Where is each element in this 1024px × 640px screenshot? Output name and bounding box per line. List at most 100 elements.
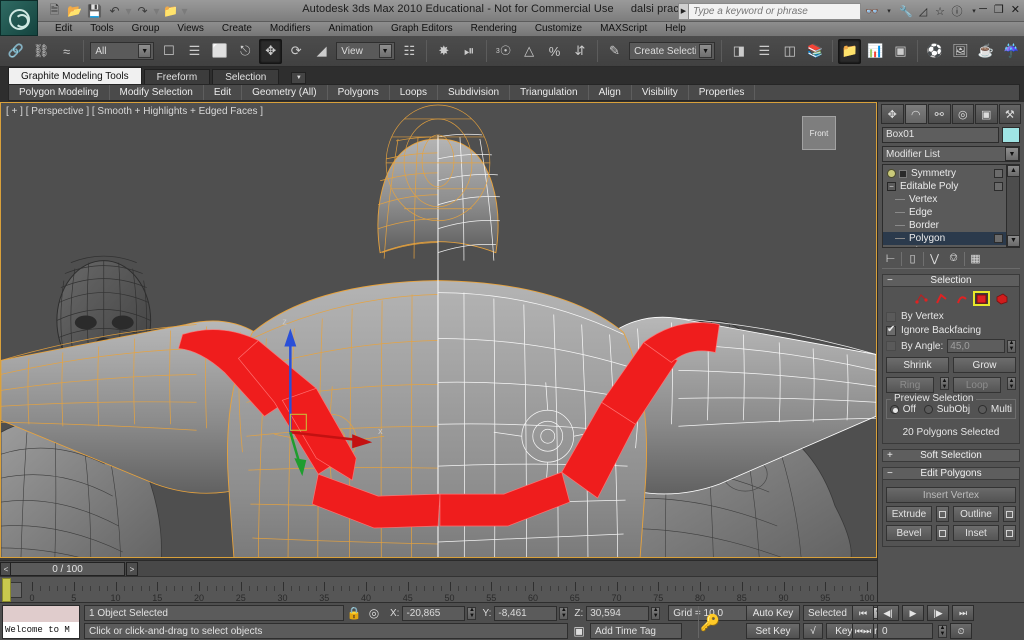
mirror-icon[interactable]: ◨ bbox=[727, 39, 750, 64]
object-color-swatch[interactable] bbox=[1002, 127, 1020, 143]
go-to-end-icon[interactable]: ⏭ bbox=[952, 605, 974, 621]
menu-item-views[interactable]: Views bbox=[168, 22, 213, 36]
ribbon-tab-freeform[interactable]: Freeform bbox=[143, 69, 211, 84]
undo-dropdown-icon[interactable]: ▾ bbox=[125, 3, 131, 20]
render-production-icon[interactable]: ☕ bbox=[974, 39, 997, 64]
select-by-name-icon[interactable]: ☰ bbox=[183, 39, 206, 64]
bind-to-space-warp-icon[interactable]: ≈ bbox=[55, 39, 78, 64]
preview-subobj-radio[interactable] bbox=[923, 405, 933, 414]
modifier-stack-scrollbar[interactable]: ▲ ▼ bbox=[1006, 165, 1019, 247]
spinner-snap-toggle-icon[interactable]: ⇵ bbox=[568, 39, 591, 64]
time-slider[interactable]: < 0 / 100 > bbox=[0, 560, 877, 576]
frame-spinner[interactable]: ▲ ▼ bbox=[938, 624, 947, 638]
binoculars-icon[interactable]: 👓 bbox=[864, 3, 880, 20]
inset-button[interactable]: Inset bbox=[953, 525, 999, 541]
menu-item-group[interactable]: Group bbox=[123, 22, 169, 36]
perspective-viewport[interactable]: [ + ] [ Perspective ] [ Smooth + Highlig… bbox=[0, 102, 877, 558]
y-spinner[interactable]: ▲ ▼ bbox=[559, 606, 569, 620]
element-mode-icon[interactable] bbox=[993, 291, 1010, 306]
chevron-down-icon[interactable]: ▼ bbox=[699, 44, 713, 58]
select-and-manipulate-icon[interactable]: ✸ bbox=[432, 39, 455, 64]
lock-selection-icon[interactable]: 🔒 bbox=[344, 606, 364, 620]
edge-mode-icon[interactable] bbox=[933, 291, 950, 306]
inset-settings-icon[interactable] bbox=[1003, 525, 1016, 541]
remove-modifier-icon[interactable]: ⎊ bbox=[945, 251, 962, 267]
render-iterative-icon[interactable]: ☔ bbox=[1000, 39, 1023, 64]
light-bulb-icon[interactable] bbox=[887, 169, 896, 178]
ribbon-panel-polygons[interactable]: Polygons bbox=[328, 85, 390, 100]
align-icon[interactable]: ☰ bbox=[753, 39, 776, 64]
edit-polygons-rollout-header[interactable]: − Edit Polygons bbox=[882, 467, 1020, 480]
rectangular-selection-region-icon[interactable]: ⬜ bbox=[208, 39, 231, 64]
add-time-tag-field[interactable]: Add Time Tag bbox=[590, 623, 682, 639]
maxscript-mini-listener[interactable]: Welcome to M bbox=[2, 605, 80, 639]
vertex-mode-icon[interactable] bbox=[913, 291, 930, 306]
menu-item-maxscript[interactable]: MAXScript bbox=[591, 22, 656, 36]
frame-ruler[interactable]: 0 5 10 15 20 25 30 35 40 45 50 55 60 65 70 75 80 85 90 95 10… bbox=[26, 577, 877, 602]
preview-multi-radio[interactable] bbox=[978, 405, 987, 414]
material-editor-icon[interactable]: ▣ bbox=[889, 39, 912, 64]
y-coordinate-field[interactable]: -8,461 bbox=[494, 605, 558, 621]
configure-modifier-sets-icon[interactable]: ▦ bbox=[967, 251, 984, 267]
by-angle-row[interactable]: By Angle: 45,0 ▲ ▼ bbox=[886, 339, 1016, 353]
by-angle-value[interactable]: 45,0 bbox=[947, 339, 1005, 353]
ribbon-tab-graphite-modeling-tools[interactable]: Graphite Modeling Tools bbox=[8, 67, 142, 84]
ribbon-panel-triangulation[interactable]: Triangulation bbox=[510, 85, 589, 100]
create-tab[interactable]: ✥ bbox=[881, 104, 904, 124]
ribbon-panel-edit[interactable]: Edit bbox=[204, 85, 243, 100]
stack-item-editable-poly[interactable]: − Editable Poly bbox=[883, 180, 1019, 193]
snaps-toggle-icon[interactable]: 3 ☉ bbox=[492, 39, 515, 64]
bevel-settings-icon[interactable] bbox=[936, 525, 949, 541]
outline-settings-icon[interactable] bbox=[1003, 506, 1016, 522]
menu-item-graph-editors[interactable]: Graph Editors bbox=[382, 22, 462, 36]
named-selection-set-combo[interactable]: Create Selection Se ▼ bbox=[629, 42, 716, 60]
viewport-label[interactable]: [ + ] [ Perspective ] [ Smooth + Highlig… bbox=[6, 106, 263, 117]
save-file-icon[interactable]: 💾 bbox=[86, 3, 103, 20]
search-dropdown2-icon[interactable]: ▾ bbox=[881, 3, 897, 20]
select-and-move-icon[interactable]: ✥ bbox=[258, 38, 283, 64]
by-vertex-checkbox[interactable] bbox=[886, 311, 896, 322]
track-bar[interactable]: 0 5 10 15 20 25 30 35 40 45 50 55 60 65 70 75 80 85 90 95 10… bbox=[0, 576, 877, 602]
go-to-start-icon[interactable]: ⏮ bbox=[852, 605, 874, 621]
stack-toggle-box[interactable] bbox=[994, 234, 1003, 243]
previous-frame-icon[interactable]: ◀| bbox=[877, 605, 899, 621]
ribbon-panel-align[interactable]: Align bbox=[589, 85, 632, 100]
collapse-icon[interactable]: − bbox=[887, 182, 896, 191]
menu-item-help[interactable]: Help bbox=[656, 22, 695, 36]
motion-tab[interactable]: ◎ bbox=[951, 104, 974, 124]
rendered-frame-window-icon[interactable]: 🖼 bbox=[949, 39, 972, 64]
extrude-button[interactable]: Extrude bbox=[886, 506, 932, 522]
x-spinner[interactable]: ▲ ▼ bbox=[467, 606, 477, 620]
percent-snap-toggle-icon[interactable]: % bbox=[543, 39, 566, 64]
ribbon-panel-geometry-all[interactable]: Geometry (All) bbox=[242, 85, 328, 100]
border-mode-icon[interactable] bbox=[953, 291, 970, 306]
ribbon-panel-polygon-modeling[interactable]: Polygon Modeling bbox=[9, 85, 110, 100]
menu-item-create[interactable]: Create bbox=[213, 22, 261, 36]
ignore-backfacing-row[interactable]: Ignore Backfacing bbox=[886, 324, 1016, 336]
soft-selection-rollout-header[interactable]: + Soft Selection bbox=[882, 449, 1020, 462]
stack-toggle-box[interactable] bbox=[994, 169, 1003, 178]
loop-button[interactable]: Loop bbox=[953, 377, 1001, 393]
chevron-down-icon[interactable]: ▼ bbox=[1005, 147, 1019, 161]
angle-snap-toggle-icon[interactable]: △ bbox=[517, 39, 540, 64]
menu-item-rendering[interactable]: Rendering bbox=[462, 22, 526, 36]
current-frame-field[interactable]: 0 bbox=[877, 623, 933, 639]
reference-coordinate-combo[interactable]: View ▼ bbox=[336, 42, 395, 60]
ribbon-panel-modify-selection[interactable]: Modify Selection bbox=[110, 85, 204, 100]
bevel-button[interactable]: Bevel bbox=[886, 525, 932, 541]
stack-item-polygon[interactable]: Polygon bbox=[883, 232, 1019, 245]
ring-spinner[interactable]: ▲ ▼ bbox=[940, 377, 949, 390]
stack-item-border[interactable]: Border bbox=[883, 219, 1019, 232]
unlink-selection-icon[interactable]: ⛓ bbox=[29, 39, 52, 64]
next-frame-arrow[interactable]: > bbox=[126, 562, 138, 576]
stack-item-edge[interactable]: Edge bbox=[883, 206, 1019, 219]
stack-item-element[interactable]: Element bbox=[883, 245, 1019, 247]
collapse-icon[interactable]: − bbox=[887, 275, 893, 286]
stack-toggle-box[interactable] bbox=[994, 182, 1003, 191]
selection-lock-toggle-icon[interactable]: ◎ bbox=[364, 606, 384, 620]
search-input[interactable]: Type a keyword or phrase bbox=[689, 2, 861, 20]
display-tab[interactable]: ▣ bbox=[975, 104, 998, 124]
chevron-down-icon[interactable]: ▼ bbox=[291, 72, 307, 84]
select-and-rotate-icon[interactable]: ⟳ bbox=[284, 39, 307, 64]
restore-button[interactable]: ❐ bbox=[994, 3, 1004, 16]
